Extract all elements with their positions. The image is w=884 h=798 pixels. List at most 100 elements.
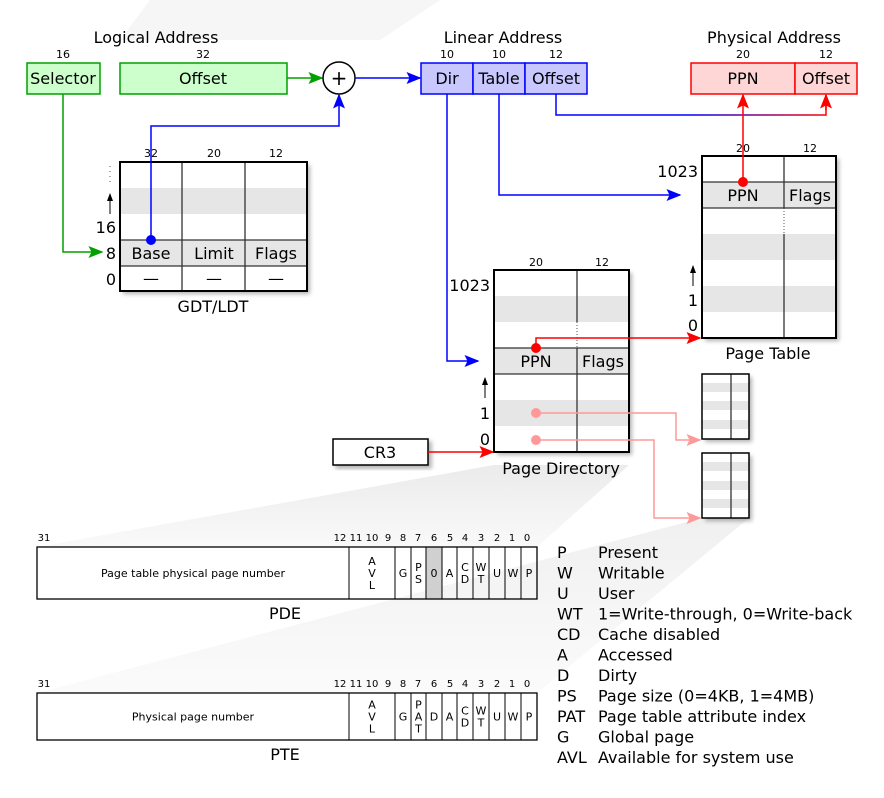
logical-address-title: Logical Address <box>94 28 219 47</box>
bit-number: 8 <box>400 679 406 690</box>
bit-number: 11 <box>350 679 363 690</box>
offset-to-physical-arrow <box>555 94 827 116</box>
legend-abbr: D <box>557 666 569 685</box>
legend-desc: Global page <box>598 728 694 747</box>
bit-number: 31 <box>38 679 51 690</box>
legend-desc: Page size (0=4KB, 1=4MB) <box>598 687 814 706</box>
dir-bits: 10 <box>440 48 454 61</box>
bit-number: 31 <box>38 533 51 544</box>
bit-number: 3 <box>478 679 484 690</box>
gdt-row-8: 8 <box>106 244 116 263</box>
bit-number: 12 <box>334 533 347 544</box>
field-cd: CD <box>461 705 469 730</box>
legend-abbr: A <box>557 646 568 665</box>
offset-bits: 32 <box>196 48 210 61</box>
physical-address-title: Physical Address <box>707 28 841 47</box>
field-g: G <box>399 711 408 724</box>
field-a: A <box>446 567 454 580</box>
field-u: U <box>493 711 501 724</box>
legend-desc: Page table attribute index <box>598 707 806 726</box>
bit-number: 5 <box>447 533 453 544</box>
legend-abbr: G <box>557 728 569 747</box>
gdt-flags: Flags <box>255 244 297 263</box>
gdt-bits-flags: 12 <box>269 147 283 160</box>
legend-abbr: CD <box>557 625 581 644</box>
bit-number: 1 <box>509 679 515 690</box>
bit-number: 3 <box>478 533 484 544</box>
dir-to-pd-arrow <box>446 94 480 367</box>
legend-abbr: P <box>557 543 567 562</box>
linear-address-title: Linear Address <box>444 28 563 47</box>
bit-number: 9 <box>385 533 391 544</box>
gdt-empty: — <box>268 269 284 288</box>
bit-number: 6 <box>431 533 437 544</box>
gdt-limit: Limit <box>194 244 234 263</box>
bit-number: 2 <box>494 679 500 690</box>
pt-row-1023: 1023 <box>657 162 698 181</box>
flag-legend: P Present W Writable U User WT 1=Write-through,… <box>557 543 853 767</box>
table-bits: 10 <box>492 48 506 61</box>
linear-offset-bits: 12 <box>549 48 563 61</box>
field-d: D <box>430 711 438 724</box>
bit-number: 12 <box>334 679 347 690</box>
pd-ppn-dot <box>531 343 541 353</box>
pt-row-0: 0 <box>688 316 698 335</box>
cr3-label: CR3 <box>364 443 396 462</box>
paging-diagram: Logical Address 16 32 Selector Offset + … <box>26 0 858 767</box>
legend-desc: 1=Write-through, 0=Write-back <box>598 605 853 624</box>
legend-abbr: PAT <box>557 707 585 726</box>
pt-row-1: 1 <box>688 291 698 310</box>
field-pat: PAT <box>414 699 423 736</box>
field-w: W <box>508 567 519 580</box>
base-dot <box>146 235 156 245</box>
selector-bits: 16 <box>56 48 70 61</box>
legend-desc: Dirty <box>598 666 637 685</box>
legend-desc: Accessed <box>598 646 673 665</box>
pd-row-0: 0 <box>480 430 490 449</box>
gdt-row-16: 16 <box>96 218 116 237</box>
table-label: Table <box>477 69 519 88</box>
gdt-gray-row <box>120 188 307 214</box>
bit-number: 1 <box>509 533 515 544</box>
field-a: A <box>446 711 454 724</box>
bit-number: 9 <box>385 679 391 690</box>
main-field: Physical page number <box>132 711 255 724</box>
pd-caption: Page Directory <box>502 459 620 478</box>
field-avl: AVL <box>368 699 376 736</box>
field-ps: PS <box>415 561 422 586</box>
bit-number: 7 <box>415 533 421 544</box>
legend-desc: Cache disabled <box>598 625 720 644</box>
legend-abbr: U <box>557 584 569 603</box>
bit-number: 8 <box>400 533 406 544</box>
field-cd: CD <box>461 561 469 586</box>
legend-desc: Present <box>598 543 658 562</box>
small-page-table-2 <box>701 452 750 519</box>
dir-label: Dir <box>435 69 459 88</box>
field-wt: WT <box>476 705 487 730</box>
bit-number: 11 <box>350 533 363 544</box>
linear-offset-label: Offset <box>532 69 580 88</box>
bit-number: 0 <box>524 679 530 690</box>
bit-number: 4 <box>462 679 468 690</box>
bit-number: 6 <box>431 679 437 690</box>
pde-caption: PDE <box>269 604 301 623</box>
legend-desc: Available for system use <box>598 748 794 767</box>
pt-caption: Page Table <box>725 344 810 363</box>
pd-ppn: PPN <box>520 352 551 371</box>
gdt-caption: GDT/LDT <box>178 297 249 316</box>
bit-number: 2 <box>494 533 500 544</box>
ppn-label: PPN <box>727 69 758 88</box>
physical-offset-bits: 12 <box>819 48 833 61</box>
pd-bits-flags: 12 <box>595 256 609 269</box>
pd-flags: Flags <box>582 352 624 371</box>
plus-icon: + <box>331 66 348 90</box>
field-0: 0 <box>431 567 438 580</box>
ppn-bits: 20 <box>736 48 750 61</box>
bit-number: 5 <box>447 679 453 690</box>
bit-number: 0 <box>524 533 530 544</box>
legend-abbr: PS <box>557 687 577 706</box>
legend-desc: Writable <box>598 564 665 583</box>
gdt-base: Base <box>132 244 171 263</box>
small-page-table-1 <box>701 373 750 440</box>
gdt-row-0: 0 <box>106 270 116 289</box>
